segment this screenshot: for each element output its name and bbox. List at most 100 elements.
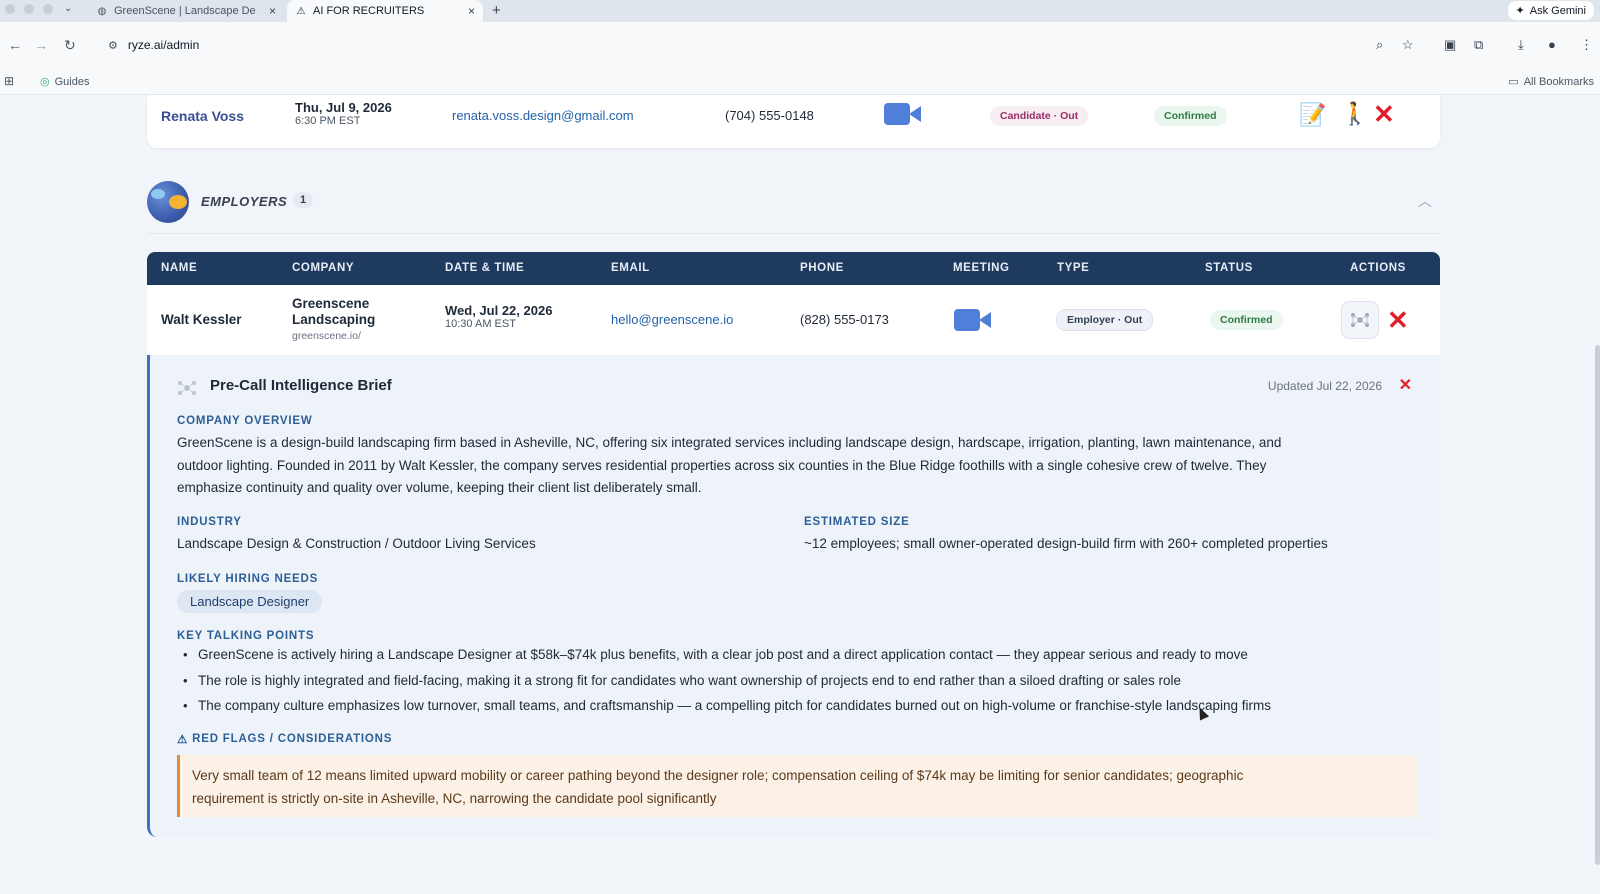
type-badge: Candidate · Out [990,106,1089,126]
company-name-line2: Landscaping [292,312,376,327]
person-icon[interactable]: 🚶 [1341,101,1368,127]
tab-close-icon[interactable]: × [468,4,475,18]
company-overview-text: GreenScene is a design-build landscaping… [177,432,1417,500]
window-minimize-button[interactable] [24,4,34,14]
extension-icon[interactable]: ▣ [1444,37,1456,53]
globe-icon: ◍ [97,5,107,17]
all-bookmarks[interactable]: ▭ All Bookmarks [1508,75,1594,89]
employer-email-link[interactable]: hello@greenscene.io [611,312,733,327]
tab-title: AI FOR RECRUITERS [313,5,425,17]
back-arrow-icon[interactable]: ← [8,37,22,53]
browser-tab-bar: ⌄ ◍ GreenScene | Landscape De × ⚠ AI FOR… [0,0,1600,22]
edit-notes-icon[interactable]: 📝 [1299,102,1326,128]
apps-grid-icon[interactable]: ⊞ [4,74,14,88]
all-bookmarks-label: All Bookmarks [1523,75,1594,88]
chevron-up-icon[interactable]: ︿ [1418,191,1432,211]
ask-gemini-button[interactable]: ✦ Ask Gemini [1507,1,1594,20]
employers-title: EMPLOYERS [201,194,288,209]
delete-x-icon[interactable]: ✕ [1373,101,1395,127]
col-status: STATUS [1205,262,1253,274]
industry-text: Landscape Design & Construction / Outdoo… [177,536,536,551]
red-flags-label: RED FLAGS / CONSIDERATIONS [192,733,393,745]
more-menu-icon[interactable]: ⋮ [1580,37,1593,53]
admin-page: Renata Voss Thu, Jul 9, 2026 6:30 PM EST… [0,95,1600,894]
brief-updated-date: Updated Jul 22, 2026 [1267,379,1382,393]
forward-arrow-icon[interactable]: → [34,37,48,53]
col-phone: PHONE [800,262,844,274]
status-badge: Confirmed [1210,310,1283,330]
tab-list-chevron-icon[interactable]: ⌄ [64,3,72,14]
sparkle-icon: ✦ [1515,5,1525,17]
brain-network-icon [178,381,196,395]
col-date-time: DATE & TIME [445,262,525,274]
candidate-phone: (704) 555-0148 [725,108,814,123]
red-flags-line: Very small team of 12 means limited upwa… [192,768,1244,783]
window-maximize-button[interactable] [43,4,53,14]
hiring-need-tag: Landscape Designer [177,590,323,613]
delete-x-icon[interactable]: ✕ [1387,307,1409,333]
company-overview-label: COMPANY OVERVIEW [177,415,313,427]
overview-line: outdoor lighting. Founded in 2011 by Wal… [177,457,1267,473]
list-item: The company culture emphasizes low turno… [180,698,1410,724]
bookmark-guides[interactable]: ◎ Guides [40,75,90,89]
red-flags-heading: ⚠ RED FLAGS / CONSIDERATIONS [177,732,392,746]
estimated-size-text: ~12 employees; small owner-operated desi… [804,536,1328,551]
col-meeting: MEETING [953,262,1010,274]
download-icon[interactable]: ⤓ [1518,37,1524,53]
company-name-line1: Greenscene [292,296,370,311]
address-bar[interactable]: ⚙ ryze.ai/admin [96,30,1406,60]
browser-tab-ai-recruiters[interactable]: ⚠ AI FOR RECRUITERS × [287,0,483,22]
employer-date: Wed, Jul 22, 2026 [445,303,553,318]
talking-points-list: GreenScene is actively hiring a Landscap… [180,647,1410,724]
company-website-link[interactable]: greenscene.io/ [292,330,375,342]
section-divider [147,233,1440,234]
candidate-time: 6:30 PM EST [295,115,361,127]
warning-triangle-icon: ⚠ [177,734,189,746]
employers-section-header[interactable]: EMPLOYERS 1 ︿ [147,181,1440,225]
industry-label: INDUSTRY [177,516,242,528]
video-camera-icon[interactable] [954,309,992,331]
ask-gemini-label: Ask Gemini [1529,4,1586,17]
employer-company: Greenscene Landscaping greenscene.io/ [292,296,375,342]
puzzle-icon[interactable]: ⧉ [1474,37,1483,53]
col-actions: ACTIONS [1350,262,1406,274]
employer-datetime: Wed, Jul 22, 2026 10:30 AM EST [445,303,552,330]
zoom-icon[interactable]: ⌕ [1376,37,1383,53]
guides-icon: ◎ [40,76,50,88]
window-close-button[interactable] [5,4,15,14]
browser-tab-greenscene[interactable]: ◍ GreenScene | Landscape De × [88,0,284,22]
star-icon[interactable]: ☆ [1402,37,1414,53]
list-item: GreenScene is actively hiring a Landscap… [180,647,1410,673]
folder-icon: ▭ [1508,76,1519,88]
video-camera-icon[interactable] [884,103,922,125]
col-email: EMAIL [611,262,650,274]
talking-points-label: KEY TALKING POINTS [177,630,315,642]
new-tab-button[interactable]: + [492,2,501,19]
close-brief-icon[interactable]: ✕ [1399,375,1412,395]
col-type: TYPE [1057,262,1090,274]
profile-avatar-icon[interactable]: ● [1548,37,1556,52]
site-settings-icon[interactable]: ⚙ [108,39,118,52]
reload-icon[interactable]: ↻ [64,37,76,54]
candidate-email-link[interactable]: renata.voss.design@gmail.com [452,108,634,123]
col-name: NAME [161,262,198,274]
employer-time: 10:30 AM EST [445,318,516,330]
employers-avatar [147,181,189,223]
bookmark-guides-label: Guides [54,75,90,88]
overview-line: emphasize continuity and quality over vo… [177,480,702,495]
intelligence-brief-button[interactable] [1341,301,1379,339]
page-scrollbar[interactable] [1595,345,1600,865]
tab-close-icon[interactable]: × [269,4,276,18]
candidate-date: Thu, Jul 9, 2026 [295,100,392,115]
red-flags-box: Very small team of 12 means limited upwa… [177,755,1417,817]
list-item: The role is highly integrated and field-… [180,673,1410,699]
employers-table-header: NAME COMPANY DATE & TIME EMAIL PHONE MEE… [147,252,1440,285]
table-row: Walt Kessler Greenscene Landscaping gree… [147,285,1440,355]
candidate-name-link[interactable]: Renata Voss [161,108,244,124]
status-badge: Confirmed [1154,106,1227,126]
estimated-size-label: ESTIMATED SIZE [804,516,910,528]
brief-title: Pre-Call Intelligence Brief [210,377,392,394]
red-flags-line: requirement is strictly on-site in Ashev… [192,790,717,806]
tab-title: GreenScene | Landscape De [114,5,256,17]
pre-call-brief-panel: Pre-Call Intelligence Brief Updated Jul … [147,355,1440,837]
